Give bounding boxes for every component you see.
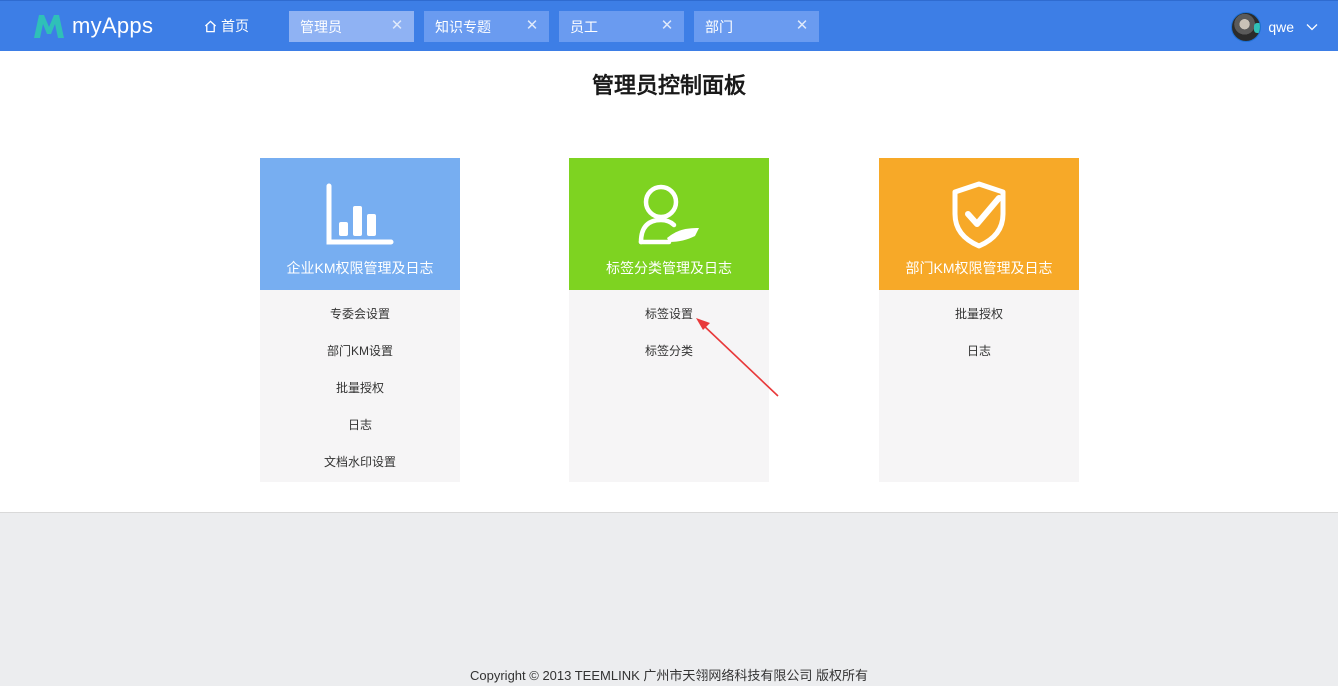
top-nav-bar: myApps 首页 管理员 ✕ 知识专题 ✕ 员工 ✕ 部门 ✕ qwe xyxy=(0,0,1338,51)
myapps-logo-icon xyxy=(34,15,64,38)
tab-department[interactable]: 部门 ✕ xyxy=(694,11,819,42)
link-tag-category[interactable]: 标签分类 xyxy=(569,342,769,379)
tab-label: 部门 xyxy=(705,18,733,35)
link-tag-settings[interactable]: 标签设置 xyxy=(569,305,769,342)
link-committee-settings[interactable]: 专委会设置 xyxy=(260,305,460,342)
card-enterprise-km: 企业KM权限管理及日志 专委会设置 部门KM设置 批量授权 日志 文档水印设置 xyxy=(260,158,460,482)
link-batch-authorize[interactable]: 批量授权 xyxy=(260,379,460,416)
tab-knowledge-topics[interactable]: 知识专题 ✕ xyxy=(424,11,549,42)
tab-staff[interactable]: 员工 ✕ xyxy=(559,11,684,42)
card-header[interactable]: 标签分类管理及日志 xyxy=(569,158,769,290)
card-tag-category: 标签分类管理及日志 标签设置 标签分类 xyxy=(569,158,769,482)
user-menu[interactable]: qwe xyxy=(1231,12,1318,42)
tab-label: 员工 xyxy=(570,18,598,35)
card-header[interactable]: 企业KM权限管理及日志 xyxy=(260,158,460,290)
app-logo[interactable]: myApps xyxy=(32,10,153,42)
tab-label: 知识专题 xyxy=(435,18,491,35)
card-title: 标签分类管理及日志 xyxy=(606,260,732,276)
card-title: 企业KM权限管理及日志 xyxy=(286,260,434,276)
shield-check-icon xyxy=(952,181,1006,249)
tab-label: 管理员 xyxy=(300,18,342,35)
home-link[interactable]: 首页 xyxy=(204,16,249,36)
copyright-text: Copyright © 2013 TEEMLINK 广州市天翎网络科技有限公司 … xyxy=(470,668,868,683)
close-icon[interactable]: ✕ xyxy=(660,18,674,34)
link-doc-watermark-settings[interactable]: 文档水印设置 xyxy=(260,453,460,490)
chevron-down-icon xyxy=(1306,24,1318,31)
card-link-list: 批量授权 日志 xyxy=(879,290,1079,379)
link-log[interactable]: 日志 xyxy=(260,416,460,453)
link-batch-authorize[interactable]: 批量授权 xyxy=(879,305,1079,342)
home-label: 首页 xyxy=(221,18,249,34)
link-log[interactable]: 日志 xyxy=(879,342,1079,379)
user-name: qwe xyxy=(1268,19,1294,35)
card-department-km: 部门KM权限管理及日志 批量授权 日志 xyxy=(879,158,1079,482)
card-link-list: 专委会设置 部门KM设置 批量授权 日志 文档水印设置 xyxy=(260,290,460,490)
avatar xyxy=(1231,12,1262,42)
open-tabs: 管理员 ✕ 知识专题 ✕ 员工 ✕ 部门 ✕ xyxy=(289,11,829,42)
bar-chart-icon xyxy=(326,183,394,245)
card-link-list: 标签设置 标签分类 xyxy=(569,290,769,379)
link-department-km-settings[interactable]: 部门KM设置 xyxy=(260,342,460,379)
home-icon xyxy=(204,20,217,32)
card-title: 部门KM权限管理及日志 xyxy=(905,260,1053,276)
footer-area xyxy=(0,513,1338,686)
close-icon[interactable]: ✕ xyxy=(390,18,404,34)
tab-admin[interactable]: 管理员 ✕ xyxy=(289,11,414,42)
page-title: 管理员控制面板 xyxy=(591,74,746,99)
close-icon[interactable]: ✕ xyxy=(525,18,539,34)
app-name: myApps xyxy=(72,13,154,38)
card-header[interactable]: 部门KM权限管理及日志 xyxy=(879,158,1079,290)
user-hand-icon xyxy=(638,184,699,245)
close-icon[interactable]: ✕ xyxy=(795,18,809,34)
